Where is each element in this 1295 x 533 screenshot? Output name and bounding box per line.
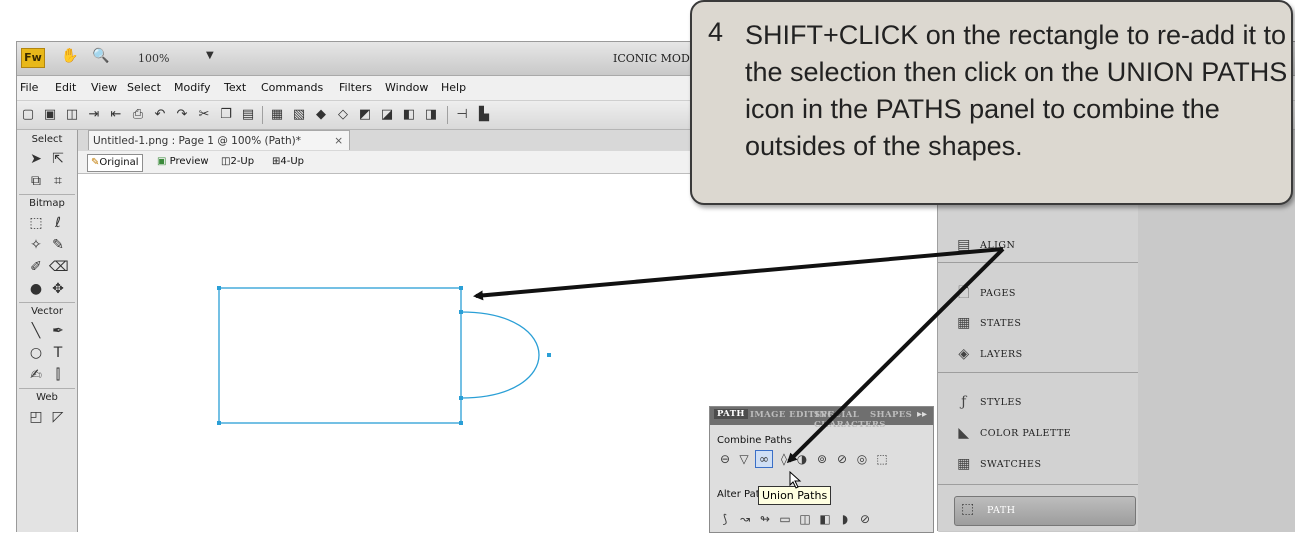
selection-points[interactable] <box>217 286 551 425</box>
punch-paths-icon[interactable]: ◑ <box>794 451 810 467</box>
crop-paths-icon[interactable]: ⊚ <box>814 451 830 467</box>
reverse-path-icon[interactable]: ↬ <box>757 511 773 527</box>
exclude-paths-icon[interactable]: ⊘ <box>834 451 850 467</box>
instruction-callout: 4 SHIFT+CLICK on the rectangle to re-add… <box>690 0 1293 205</box>
union-paths-icon[interactable]: ∞ <box>755 450 773 468</box>
color-palette-icon: ◣ <box>958 425 970 441</box>
layers-icon: ◈ <box>958 346 970 362</box>
remove-points-icon[interactable]: ◫ <box>797 511 813 527</box>
path-panel-tabs: PATH IMAGE EDITING SPECIAL CHARACTERS SH… <box>710 407 933 430</box>
join-paths-icon[interactable]: ⊖ <box>717 451 733 467</box>
panel-path-active[interactable]: ⬚ PATH <box>954 496 1136 526</box>
states-icon: ▦ <box>957 315 971 331</box>
add-points-icon[interactable]: ▭ <box>777 511 793 527</box>
path-panel-label: PATH <box>987 505 1016 516</box>
step-number: 4 <box>708 17 724 47</box>
path-panel: PATH IMAGE EDITING SPECIAL CHARACTERS SH… <box>709 406 934 533</box>
fillet-points-icon[interactable]: ↝ <box>737 511 753 527</box>
panel-menu-icon[interactable]: ▸▸ <box>917 409 927 420</box>
smooth-points-icon[interactable]: ⊘ <box>857 511 873 527</box>
expand-stroke-icon[interactable]: ⬚ <box>874 451 890 467</box>
tab-shapes[interactable]: SHAPES <box>870 410 912 420</box>
tab-path[interactable]: PATH <box>714 409 748 419</box>
combine-paths-label: Combine Paths <box>717 435 792 446</box>
half-ellipse-path[interactable] <box>460 311 540 399</box>
open-path-icon[interactable]: ◧ <box>817 511 833 527</box>
instruction-text: SHIFT+CLICK on the rectangle to re-add i… <box>745 20 1288 161</box>
simplify-path-icon[interactable]: ⟆ <box>717 511 733 527</box>
divide-paths-icon[interactable]: ◎ <box>854 451 870 467</box>
swatches-icon: ▦ <box>957 456 971 472</box>
intersect-paths-icon[interactable]: ◊ <box>776 451 792 467</box>
styles-icon: ƒ <box>961 394 967 410</box>
panel-dock: ▤ ALIGN 🗋 PAGES ▦ STATES ◈ LAYERS ƒ STYLES ◣ C… <box>937 200 1138 531</box>
rectangle-path[interactable] <box>218 287 462 424</box>
align-icon: ▤ <box>957 237 971 253</box>
close-path-icon[interactable]: ◗ <box>837 511 853 527</box>
panel-divider <box>938 262 1138 263</box>
path-panel-icon: ⬚ <box>961 501 975 517</box>
panel-divider <box>938 484 1138 485</box>
mouse-cursor-icon <box>789 471 802 489</box>
panel-divider <box>938 372 1138 373</box>
pages-icon: 🗋 <box>958 285 970 301</box>
split-paths-icon[interactable]: ▽ <box>736 451 752 467</box>
